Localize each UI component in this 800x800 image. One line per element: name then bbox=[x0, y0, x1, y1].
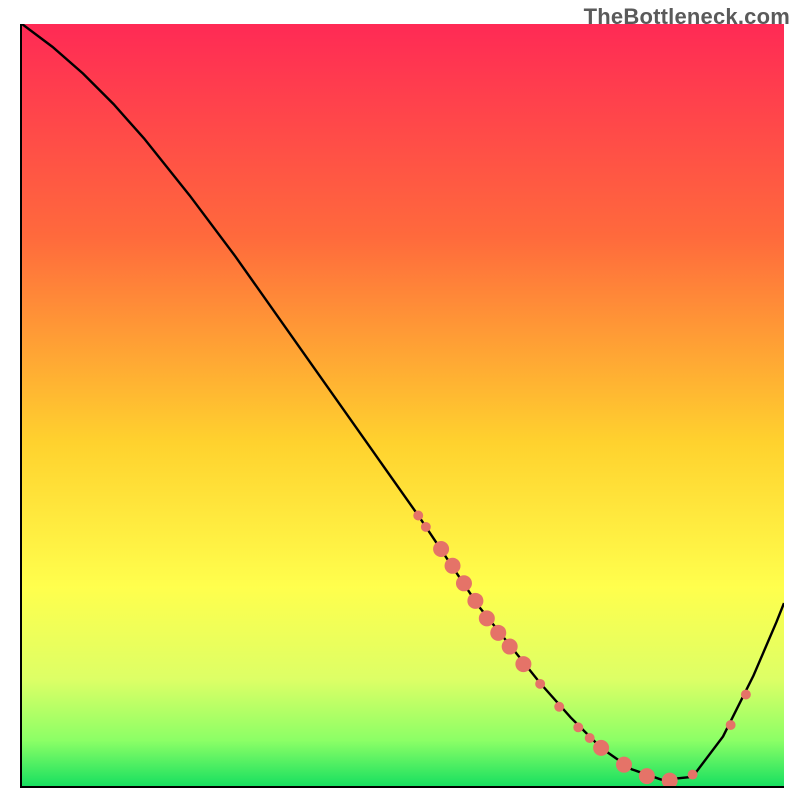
highlight-dot bbox=[616, 757, 632, 773]
highlight-dot bbox=[479, 610, 495, 626]
highlight-dot bbox=[573, 722, 583, 732]
plot-frame bbox=[20, 24, 784, 788]
highlight-dot bbox=[639, 768, 655, 784]
highlight-dot bbox=[433, 541, 449, 557]
highlight-dot bbox=[445, 558, 461, 574]
highlight-dot bbox=[413, 511, 423, 521]
highlight-dot bbox=[585, 733, 595, 743]
highlight-dot bbox=[490, 625, 506, 641]
chart-svg bbox=[22, 24, 784, 786]
background-rect bbox=[22, 24, 784, 786]
highlight-dot bbox=[467, 593, 483, 609]
highlight-dot bbox=[515, 656, 531, 672]
highlight-dot bbox=[554, 702, 564, 712]
highlight-dot bbox=[688, 770, 698, 780]
highlight-dot bbox=[421, 522, 431, 532]
watermark-text: TheBottleneck.com bbox=[584, 4, 790, 30]
highlight-dot bbox=[741, 690, 751, 700]
highlight-dot bbox=[456, 575, 472, 591]
highlight-dot bbox=[593, 740, 609, 756]
highlight-dot bbox=[535, 679, 545, 689]
highlight-dot bbox=[502, 639, 518, 655]
chart-stage: TheBottleneck.com bbox=[0, 0, 800, 800]
highlight-dot bbox=[726, 720, 736, 730]
